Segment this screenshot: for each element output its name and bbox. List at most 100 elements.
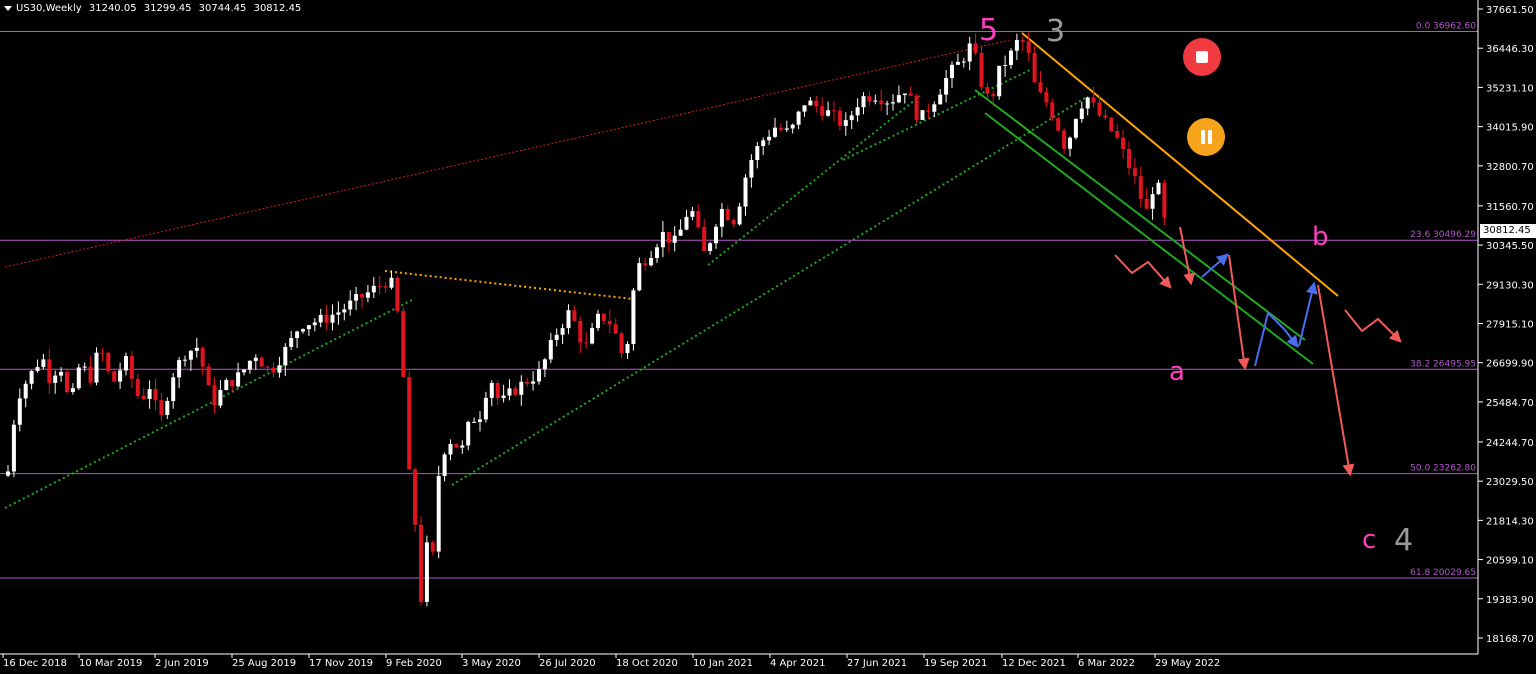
candle-body <box>985 87 990 94</box>
candle-body <box>660 231 665 248</box>
candle-body <box>849 115 854 121</box>
y-tick-label: 27915.10 <box>1486 320 1534 331</box>
candle-body <box>430 542 435 552</box>
stop-icon <box>1196 51 1208 63</box>
candle-body <box>820 106 825 116</box>
candle-body <box>1162 182 1167 218</box>
x-tick-label: 6 Mar 2022 <box>1078 658 1135 669</box>
candle-body <box>708 243 713 252</box>
candle-body <box>1056 118 1061 131</box>
candle-body <box>448 443 453 455</box>
symbol-label: US30,Weekly <box>16 3 82 14</box>
candle-body <box>678 229 683 236</box>
candle-body <box>519 381 524 395</box>
candle-body <box>961 61 966 63</box>
candle-body <box>1073 118 1078 138</box>
candle-body <box>784 128 789 130</box>
candle-body <box>649 257 654 266</box>
candle-body <box>1121 137 1126 149</box>
candle-body <box>177 360 182 378</box>
price-chart[interactable]: 37661.50 36446.30 35231.10 34015.90 32800.70… <box>0 0 1536 674</box>
candle-body <box>365 292 370 298</box>
candle-body <box>891 102 895 104</box>
candle-body <box>377 285 382 287</box>
candle-body <box>778 127 783 130</box>
candle-body <box>165 401 170 416</box>
candle-body <box>619 333 624 354</box>
candle-body <box>124 356 128 371</box>
candle-body <box>118 370 123 382</box>
candle-body <box>513 388 518 395</box>
y-tick-label: 29130.30 <box>1486 280 1534 291</box>
candle-body <box>702 227 707 252</box>
candle-body <box>572 310 577 321</box>
candle-body <box>926 110 931 112</box>
candle-body <box>194 347 199 351</box>
candle-body <box>1103 115 1108 118</box>
candle-body <box>1044 92 1049 103</box>
candle-body <box>424 542 429 602</box>
candle-body <box>230 379 235 387</box>
x-tick-label: 3 May 2020 <box>462 658 521 669</box>
candle-body <box>17 398 22 425</box>
candle-body <box>76 367 81 389</box>
candle-body <box>1003 64 1008 66</box>
candle-body <box>401 311 406 378</box>
y-tick-label: 23029.50 <box>1486 477 1534 488</box>
stop-button[interactable] <box>1183 38 1221 76</box>
candle-body <box>354 294 359 301</box>
candle-body <box>601 313 606 321</box>
candle-body <box>879 100 884 105</box>
candle-body <box>1156 182 1161 195</box>
candle-body <box>1150 194 1155 209</box>
candle-body <box>596 313 600 329</box>
candle-body <box>53 375 58 383</box>
candle-body <box>224 379 229 390</box>
candle-body <box>1014 40 1019 51</box>
candle-body <box>1079 108 1084 119</box>
candle-body <box>112 371 117 382</box>
candle-body <box>749 160 754 178</box>
close-value: 30812.45 <box>253 3 302 14</box>
candle-body <box>525 381 530 384</box>
candle-body <box>796 111 801 125</box>
candle-body <box>348 300 353 310</box>
candle-body <box>360 294 364 298</box>
candle-body <box>607 320 612 325</box>
open-value: 31240.05 <box>88 3 137 14</box>
wave-label: c <box>1362 525 1376 555</box>
candle-body <box>389 277 394 288</box>
candle-body <box>1115 130 1120 138</box>
candle-body <box>29 370 34 384</box>
candle-body <box>253 357 258 361</box>
candle-body <box>843 120 848 126</box>
candle-body <box>395 277 400 312</box>
y-tick-label: 18168.70 <box>1486 634 1534 645</box>
candle-body <box>483 397 488 420</box>
candle-body <box>11 424 16 472</box>
candle-body <box>23 383 28 399</box>
candle-body <box>955 61 960 65</box>
candle-body <box>743 177 748 207</box>
candle-body <box>153 389 158 401</box>
candle-body <box>808 100 813 106</box>
candle-body <box>1127 148 1131 169</box>
candle-body <box>896 95 901 103</box>
candle-body <box>666 231 671 243</box>
candle-body <box>979 52 984 88</box>
candle-body <box>631 290 636 345</box>
candle-body <box>159 400 164 416</box>
candle-body <box>1068 137 1072 149</box>
candle-body <box>537 369 541 382</box>
candle-body <box>802 105 807 112</box>
candle-body <box>643 263 648 266</box>
candle-body <box>761 140 766 147</box>
high-value: 31299.45 <box>143 3 192 14</box>
candle-body <box>1062 130 1067 149</box>
candle-body <box>696 211 701 228</box>
candle-body <box>914 95 919 120</box>
y-tick-label: 31560.70 <box>1486 202 1534 213</box>
candle-body <box>218 389 223 406</box>
pause-button[interactable] <box>1187 118 1225 156</box>
menu-triangle-icon[interactable] <box>4 5 12 11</box>
